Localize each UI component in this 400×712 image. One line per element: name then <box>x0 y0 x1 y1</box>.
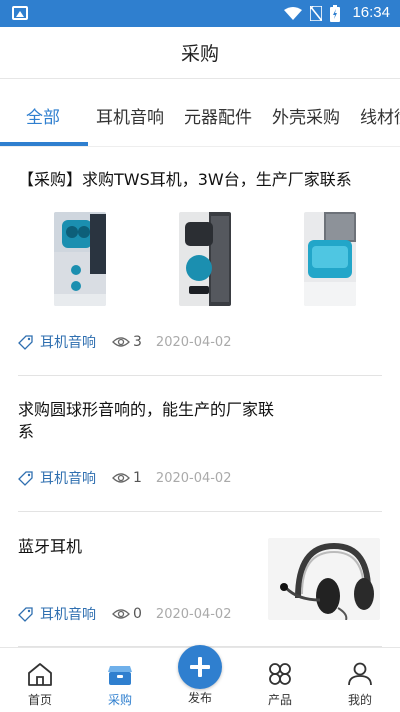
post-tag[interactable]: 耳机音响 <box>40 604 96 624</box>
tag-icon <box>18 470 33 486</box>
list-divider <box>18 511 382 512</box>
post-title: 蓝牙耳机 <box>18 537 83 556</box>
nav-mine[interactable]: 我的 <box>320 648 400 712</box>
tab-components[interactable]: 元器配件 <box>184 103 252 128</box>
black-speaker-photo[interactable] <box>179 212 231 306</box>
user-icon <box>348 662 372 686</box>
post-meta: 耳机音响 1 2020-04-02 <box>18 468 231 488</box>
eye-icon <box>112 609 130 619</box>
post-tag[interactable]: 耳机音响 <box>40 332 96 352</box>
headset-photo[interactable] <box>268 538 380 620</box>
status-time: 16:34 <box>352 4 390 21</box>
tag-icon <box>18 606 33 622</box>
wifi-icon <box>284 6 302 20</box>
box-icon <box>108 666 132 685</box>
post-list: 【采购】求购TWS耳机，3W台，生产厂家联系 耳机音响 3 2020-04-02… <box>0 147 400 647</box>
post-meta: 耳机音响 3 2020-04-02 <box>18 332 231 352</box>
nav-purchase[interactable]: 采购 <box>80 648 160 712</box>
blue-case-photo[interactable] <box>304 212 356 306</box>
blue-earbuds-photo[interactable] <box>54 212 106 306</box>
list-divider <box>18 375 382 376</box>
post-title: 【采购】求购TWS耳机，3W台，生产厂家联系 <box>18 170 352 189</box>
eye-icon <box>112 473 130 483</box>
category-tabs: 全部 耳机音响 元器配件 外壳采购 线材衍 <box>0 80 400 146</box>
home-icon <box>28 663 52 686</box>
nav-products[interactable]: 产品 <box>240 648 320 712</box>
battery-icon <box>330 5 340 22</box>
gallery-notification-icon <box>12 6 28 20</box>
post-date: 2020-04-02 <box>155 334 232 350</box>
tag-icon <box>18 334 33 350</box>
tab-earphone-audio[interactable]: 耳机音响 <box>96 103 164 128</box>
eye-icon <box>112 337 130 347</box>
page-header: 采购 <box>0 27 400 79</box>
view-count: 0 <box>133 606 142 622</box>
publish-button[interactable] <box>178 645 222 689</box>
view-count: 3 <box>133 334 142 350</box>
status-bar: 16:34 <box>0 0 400 27</box>
nav-purchase-label: 采购 <box>107 693 132 707</box>
post-item[interactable]: 【采购】求购TWS耳机，3W台，生产厂家联系 <box>18 169 382 191</box>
post-item[interactable]: 蓝牙耳机 <box>18 536 248 558</box>
nav-publish-label: 发布 <box>187 691 212 705</box>
view-count: 1 <box>133 470 142 486</box>
tab-all[interactable]: 全部 <box>26 103 60 128</box>
post-tag[interactable]: 耳机音响 <box>40 468 96 488</box>
nav-home[interactable]: 首页 <box>0 648 80 712</box>
post-title: 求购圆球形音响的，能生产的厂家联系 <box>18 400 275 441</box>
tab-cables[interactable]: 线材衍 <box>360 103 400 128</box>
tab-shell-purchase[interactable]: 外壳采购 <box>272 103 340 128</box>
post-date: 2020-04-02 <box>155 470 232 486</box>
page-title: 采购 <box>180 43 219 65</box>
nav-home-label: 首页 <box>27 693 52 707</box>
post-meta: 耳机音响 0 2020-04-02 <box>18 604 231 624</box>
nav-products-label: 产品 <box>267 693 292 707</box>
status-icons <box>284 5 340 22</box>
nav-mine-label: 我的 <box>347 693 372 707</box>
post-date: 2020-04-02 <box>155 606 232 622</box>
post-item[interactable]: 求购圆球形音响的，能生产的厂家联系 <box>18 399 278 443</box>
no-sim-icon <box>310 6 322 21</box>
flower-icon <box>269 663 291 685</box>
